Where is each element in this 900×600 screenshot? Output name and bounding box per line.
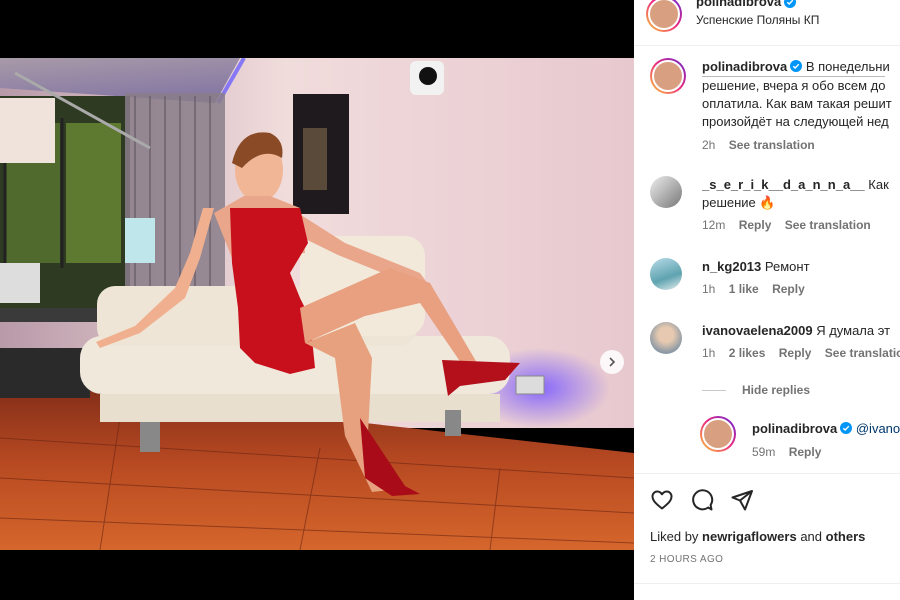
verified-badge-icon: [790, 60, 803, 72]
reply-avatar[interactable]: [700, 416, 736, 452]
comment-body: _s_e_r_i_k__d_a_n_n_a__ Как решение 🔥 12…: [702, 176, 889, 232]
comment-text: решение 🔥: [702, 195, 776, 210]
caption-text-line: произойдёт на следующей нед: [702, 114, 889, 129]
photo-scene: [0, 58, 634, 550]
carousel-next-button[interactable]: [600, 350, 624, 374]
comments-panel: polinadibrova Успенские Поляны КП polina…: [634, 0, 900, 600]
liked-user-link[interactable]: newrigaflowers: [702, 529, 797, 544]
chevron-right-icon: [609, 357, 616, 367]
reply-body: polinadibrova @ivano 59m Reply: [752, 416, 900, 459]
post-time-ago: 2 HOURS AGO: [650, 554, 724, 565]
caption-avatar[interactable]: [650, 58, 686, 94]
reply-button[interactable]: Reply: [779, 346, 812, 360]
author-username[interactable]: polinadibrova: [696, 0, 781, 9]
likes-count[interactable]: 1 like: [729, 282, 759, 296]
comment: n_kg2013 Ремонт 1h 1 like Reply: [650, 258, 900, 296]
caption-time: 2h: [702, 138, 716, 152]
comment: ivanovaelena2009 Я думала эт 1h 2 likes …: [650, 322, 900, 360]
comment-text: Как: [868, 177, 889, 192]
see-translation-button[interactable]: See translation: [825, 346, 900, 360]
reply-username[interactable]: polinadibrova: [752, 421, 837, 436]
hide-replies-button[interactable]: Hide replies: [702, 383, 810, 397]
commenter-avatar[interactable]: [650, 258, 682, 290]
reply-time: 59m: [752, 445, 776, 459]
caption-text-line: В понедельни: [805, 59, 890, 74]
comment: _s_e_r_i_k__d_a_n_n_a__ Как решение 🔥 12…: [650, 176, 900, 232]
reply-button[interactable]: Reply: [739, 218, 772, 232]
comment-text: Я думала эт: [816, 323, 891, 338]
commenter-username[interactable]: n_kg2013: [702, 259, 761, 274]
reply-button[interactable]: Reply: [772, 282, 805, 296]
caption-username[interactable]: polinadibrova: [702, 59, 787, 74]
verified-badge-icon: [784, 0, 797, 8]
see-translation-button[interactable]: See translation: [729, 138, 815, 152]
likes-summary: Liked by newrigaflowers and others: [650, 529, 865, 544]
caption-body: polinadibrova В понедельни решение, вчер…: [702, 58, 892, 152]
comment-icon[interactable]: [690, 488, 714, 512]
see-translation-button[interactable]: See translation: [785, 218, 871, 232]
verified-badge-icon: [840, 422, 853, 434]
reply-mention[interactable]: @ivano: [856, 421, 900, 436]
post-location[interactable]: Успенские Поляны КП: [696, 13, 819, 27]
comment-body: ivanovaelena2009 Я думала эт 1h 2 likes …: [702, 322, 900, 360]
commenter-username[interactable]: _s_e_r_i_k__d_a_n_n_a__: [702, 177, 865, 192]
comment-time: 12m: [702, 218, 726, 232]
comment-time: 1h: [702, 346, 716, 360]
caption-text-line: решение, вчера я обо всем до: [702, 76, 886, 93]
hide-replies-label: Hide replies: [742, 383, 811, 397]
heart-icon[interactable]: [650, 488, 674, 512]
share-icon[interactable]: [730, 488, 754, 512]
commenter-avatar[interactable]: [650, 322, 682, 354]
comment-body: n_kg2013 Ремонт 1h 1 like Reply: [702, 258, 815, 296]
divider: [702, 389, 726, 391]
comment-time: 1h: [702, 282, 716, 296]
caption-text-line: оплатила. Как вам такая решит: [702, 96, 892, 111]
reply: polinadibrova @ivano 59m Reply: [700, 416, 900, 459]
post-media-pane: [0, 0, 634, 600]
commenter-avatar[interactable]: [650, 176, 682, 208]
liked-and: and: [800, 529, 823, 544]
caption: polinadibrova В понедельни решение, вчер…: [650, 58, 900, 152]
likes-count[interactable]: 2 likes: [729, 346, 766, 360]
post-actions: Liked by newrigaflowers and others 2 HOU…: [634, 473, 900, 600]
comment-text: Ремонт: [764, 259, 810, 274]
author-avatar[interactable]: [646, 0, 682, 32]
liked-prefix: Liked by: [650, 529, 699, 544]
post-header: polinadibrova Успенские Поляны КП: [634, 0, 900, 46]
liked-others-link[interactable]: others: [826, 529, 866, 544]
post-photo[interactable]: [0, 58, 634, 550]
reply-button[interactable]: Reply: [789, 445, 822, 459]
commenter-username[interactable]: ivanovaelena2009: [702, 323, 813, 338]
divider: [634, 583, 900, 584]
